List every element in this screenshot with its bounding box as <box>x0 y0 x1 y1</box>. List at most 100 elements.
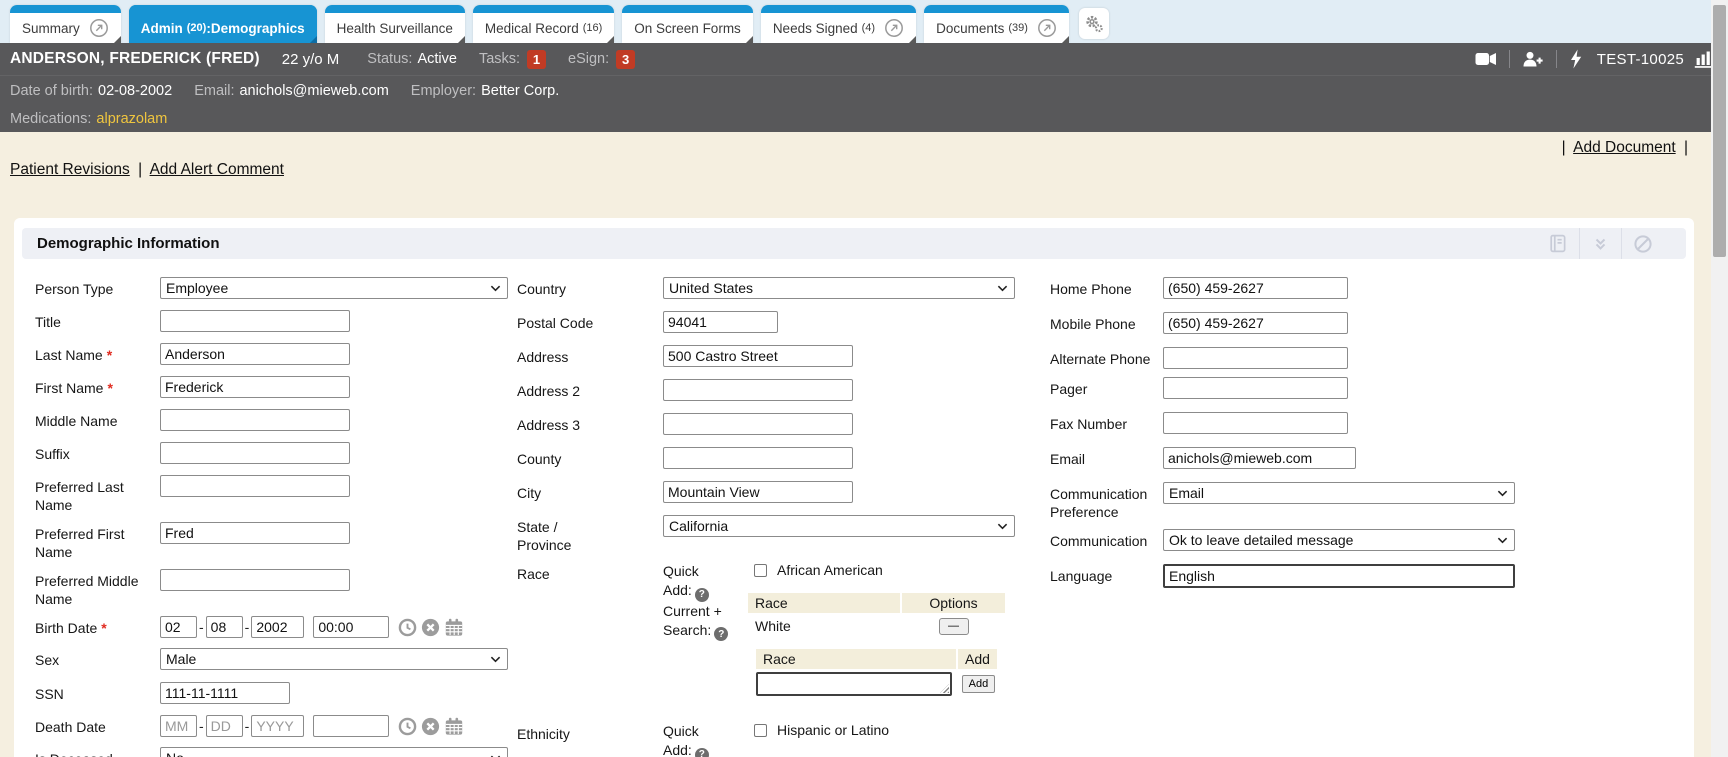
preferred-first-name-input[interactable] <box>160 522 350 544</box>
race-add-table: Race Add Add <box>754 647 999 699</box>
ethnicity-options: Hispanic or Latino <box>754 722 889 751</box>
add-document-link[interactable]: Add Document <box>1573 139 1676 156</box>
alternate-phone-input[interactable] <box>1163 347 1348 369</box>
city-label: City <box>517 481 663 502</box>
ledger-icon <box>1547 233 1568 254</box>
language-input[interactable] <box>1163 564 1515 588</box>
first-name-input[interactable] <box>160 376 350 398</box>
popout-icon[interactable] <box>1037 18 1057 38</box>
birth-date-label: Birth Date* <box>35 616 160 637</box>
county-input[interactable] <box>663 447 853 469</box>
race-search-input[interactable] <box>756 672 952 696</box>
tab-summary[interactable]: Summary <box>10 5 121 43</box>
patient-age-sex: 22 y/o M <box>282 51 340 68</box>
birth-day-input[interactable] <box>206 616 243 638</box>
tab-documents[interactable]: Documents (39) <box>924 5 1069 43</box>
address2-label: Address 2 <box>517 379 663 400</box>
question-mark-icon[interactable]: ? <box>695 748 709 757</box>
ssn-input[interactable] <box>160 682 290 704</box>
medications-value[interactable]: alprazolam <box>96 111 167 127</box>
tab-settings-button[interactable] <box>1079 8 1109 39</box>
city-input[interactable] <box>663 481 853 503</box>
address3-input[interactable] <box>663 413 853 435</box>
title-input[interactable] <box>160 310 350 332</box>
death-time-input[interactable] <box>313 715 389 737</box>
birth-month-input[interactable] <box>160 616 197 638</box>
communication-preference-select[interactable]: Email <box>1163 482 1515 504</box>
tab-corner-fold <box>310 36 317 43</box>
tab-admin-demographics[interactable]: Admin (20) :Demographics <box>129 5 317 43</box>
fax-number-input[interactable] <box>1163 412 1348 434</box>
address2-input[interactable] <box>663 379 853 401</box>
pager-input[interactable] <box>1163 377 1348 399</box>
state-province-select[interactable]: California <box>663 515 1015 537</box>
mobile-phone-label: Mobile Phone <box>1050 312 1163 333</box>
add-race-button[interactable]: Add <box>962 675 996 693</box>
ethnicity-label: Ethnicity <box>517 722 663 743</box>
add-alert-comment-link[interactable]: Add Alert Comment <box>150 161 284 178</box>
african-american-checkbox[interactable] <box>754 564 767 577</box>
alternate-phone-label: Alternate Phone <box>1050 347 1163 368</box>
tasks-label: Tasks: <box>479 51 520 67</box>
preferred-last-name-input[interactable] <box>160 475 350 497</box>
tab-needs-signed[interactable]: Needs Signed (4) <box>761 5 916 43</box>
birth-year-input[interactable] <box>251 616 304 638</box>
mobile-phone-input[interactable] <box>1163 312 1348 334</box>
calendar-icon[interactable] <box>444 717 464 736</box>
suffix-input[interactable] <box>160 442 350 464</box>
vertical-scrollbar[interactable] <box>1711 0 1728 757</box>
collapse-button[interactable] <box>1579 228 1621 259</box>
clear-icon[interactable] <box>421 717 440 736</box>
tab-count: (39) <box>1008 22 1028 34</box>
calendar-icon[interactable] <box>444 618 464 637</box>
tasks-badge[interactable]: 1 <box>527 50 546 69</box>
clear-icon[interactable] <box>421 618 440 637</box>
preferred-middle-name-input[interactable] <box>160 569 350 591</box>
disable-button[interactable] <box>1621 228 1664 259</box>
death-year-input[interactable] <box>251 715 304 737</box>
tab-label: Summary <box>22 21 80 36</box>
email-input[interactable] <box>1163 447 1356 469</box>
country-value: United States <box>669 280 753 296</box>
scrollbar-thumb[interactable] <box>1713 5 1726 257</box>
tab-health-surveillance[interactable]: Health Surveillance <box>325 5 465 43</box>
panel-header: Demographic Information <box>22 228 1686 259</box>
death-month-input[interactable] <box>160 715 197 737</box>
tab-label: Needs Signed <box>773 21 858 36</box>
video-camera-icon[interactable] <box>1475 51 1497 67</box>
birth-time-input[interactable] <box>313 616 389 638</box>
communication-select[interactable]: Ok to leave detailed message <box>1163 529 1515 551</box>
is-deceased-select[interactable]: No <box>160 747 508 757</box>
sex-select[interactable]: Male <box>160 648 508 670</box>
clock-icon[interactable] <box>398 717 417 736</box>
popout-icon[interactable] <box>89 18 109 38</box>
home-phone-input[interactable] <box>1163 277 1348 299</box>
add-person-icon[interactable] <box>1522 50 1544 68</box>
remove-race-button[interactable]: — <box>939 618 969 635</box>
question-mark-icon[interactable]: ? <box>695 588 709 602</box>
death-day-input[interactable] <box>206 715 243 737</box>
esign-badge[interactable]: 3 <box>616 50 635 69</box>
email-label: Email: <box>194 83 234 99</box>
question-mark-icon[interactable]: ? <box>714 627 728 641</box>
patient-revisions-link[interactable]: Patient Revisions <box>10 161 130 178</box>
middle-name-input[interactable] <box>160 409 350 431</box>
person-type-select[interactable]: Employee <box>160 277 508 299</box>
tab-on-screen-forms[interactable]: On Screen Forms <box>622 5 753 43</box>
african-american-label: African American <box>777 562 883 578</box>
flash-icon[interactable] <box>1569 49 1583 69</box>
options-column-header: Options <box>902 593 1005 613</box>
clock-icon[interactable] <box>398 618 417 637</box>
postal-code-input[interactable] <box>663 311 778 333</box>
hispanic-or-latino-checkbox[interactable] <box>754 724 767 737</box>
date-separator: - <box>199 619 204 635</box>
chevron-down-icon <box>1497 490 1508 497</box>
is-deceased-value: No <box>166 750 184 757</box>
popout-icon[interactable] <box>884 18 904 38</box>
gears-icon <box>1084 14 1104 34</box>
address-input[interactable] <box>663 345 853 367</box>
country-select[interactable]: United States <box>663 277 1015 299</box>
last-name-input[interactable] <box>160 343 350 365</box>
ledger-button[interactable] <box>1536 228 1579 259</box>
tab-medical-record[interactable]: Medical Record (16) <box>473 5 614 43</box>
